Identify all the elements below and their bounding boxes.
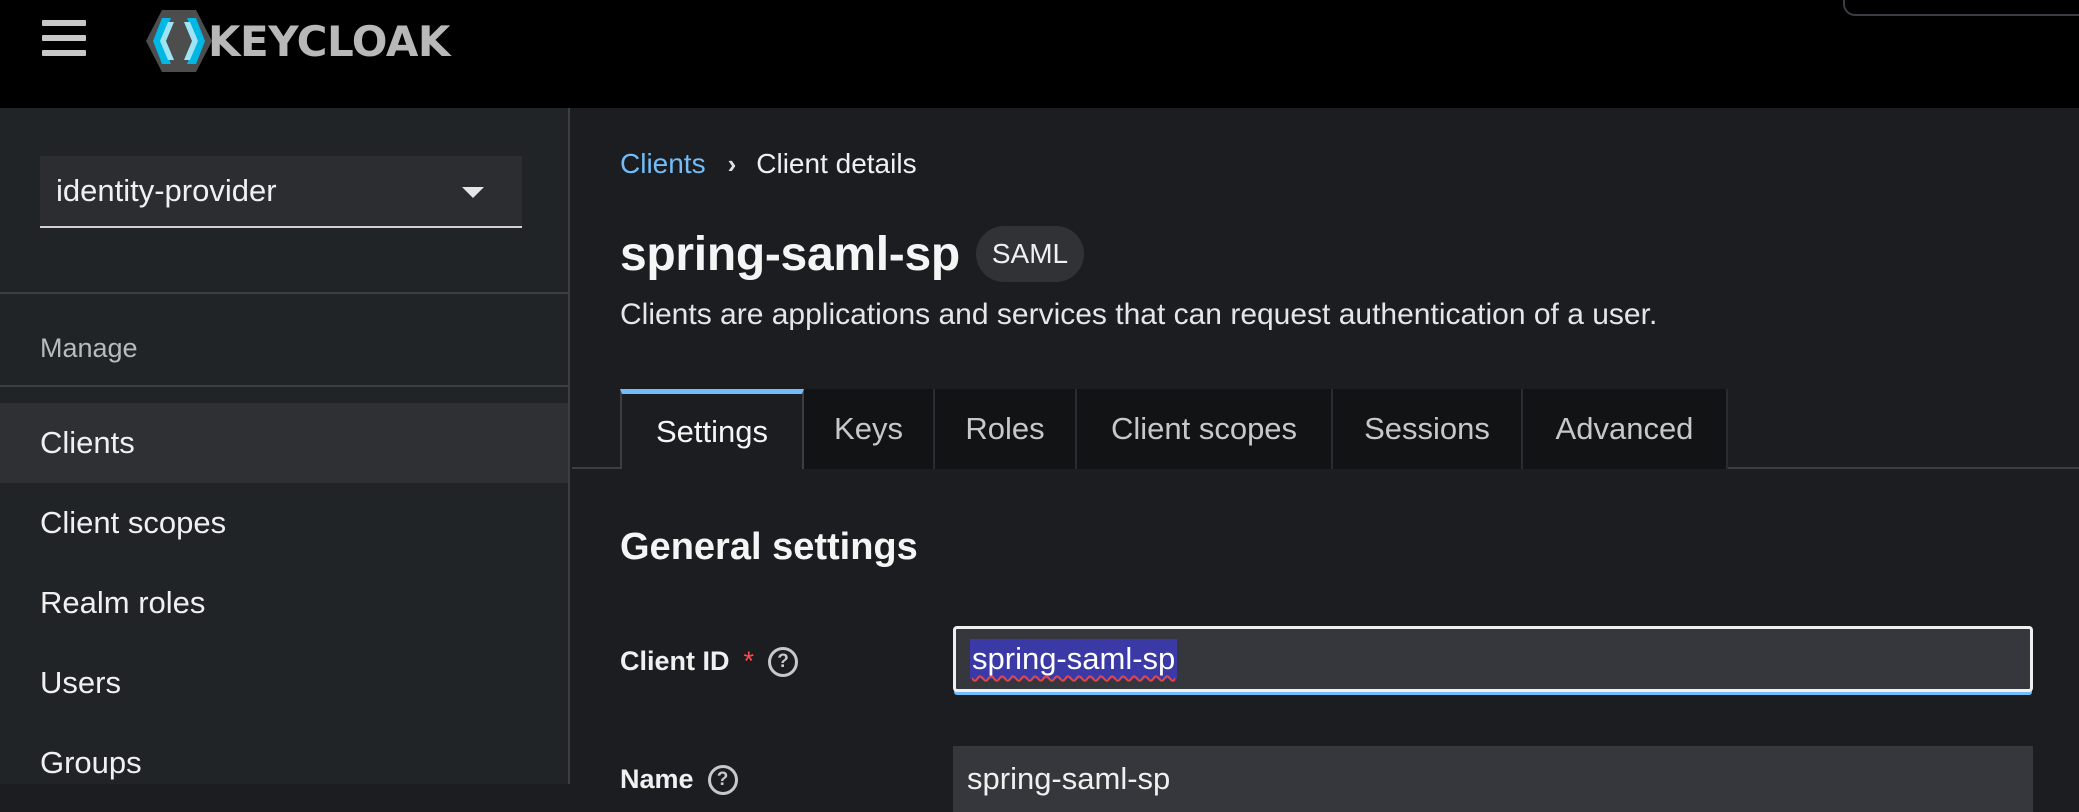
name-value: spring-saml-sp [967, 761, 1171, 796]
sidebar-item-label: Client scopes [40, 505, 227, 540]
realm-selector[interactable]: identity-provider [40, 156, 522, 228]
breadcrumb-link-clients[interactable]: Clients [620, 148, 706, 180]
help-icon[interactable]: ? [707, 764, 738, 795]
tab-roles[interactable]: Roles [935, 389, 1077, 469]
help-icon[interactable]: ? [768, 646, 799, 677]
caret-down-icon [462, 187, 484, 198]
name-label: Name ? [620, 764, 738, 795]
page-title: spring-saml-sp [620, 227, 960, 281]
keycloak-logo[interactable]: KEYCLOAK [144, 8, 450, 74]
masthead-toolbar-edge [1843, 0, 2079, 16]
realm-selector-label: identity-provider [56, 173, 277, 208]
masthead: KEYCLOAK [0, 0, 2079, 108]
keycloak-logo-icon [146, 10, 212, 72]
chevron-right-icon: › [727, 148, 737, 179]
client-id-value: spring-saml-sp [970, 639, 1178, 679]
sidebar-item-users[interactable]: Users [0, 643, 568, 723]
sidebar-item-realm-roles[interactable]: Realm roles [0, 563, 568, 643]
protocol-badge: SAML [975, 226, 1085, 282]
tab-label: Client scopes [1110, 411, 1298, 446]
hamburger-menu-icon[interactable] [38, 14, 90, 62]
required-indicator: * [743, 646, 755, 676]
section-title-general-settings: General settings [620, 526, 918, 568]
breadcrumb-current: Client details [756, 148, 917, 179]
tab-label: Keys [834, 411, 903, 446]
client-id-label: Client ID * ? [620, 646, 799, 677]
main-content: Clients › Client details spring-saml-sp … [572, 108, 2079, 812]
name-label-text: Name [620, 764, 694, 794]
sidebar: identity-provider Manage Clients Client … [0, 108, 570, 784]
tab-label: Settings [655, 413, 768, 449]
tab-keys[interactable]: Keys [804, 389, 935, 469]
nav-section-manage: Manage [40, 333, 138, 363]
logo-text: KEYCLOAK [208, 16, 450, 66]
tab-label: Advanced [1555, 411, 1694, 446]
title-row: spring-saml-sp SAML [620, 226, 1085, 282]
tab-settings[interactable]: Settings [620, 389, 804, 469]
tab-sessions[interactable]: Sessions [1333, 389, 1523, 469]
tab-label: Roles [965, 411, 1045, 446]
tab-client-scopes[interactable]: Client scopes [1077, 389, 1333, 469]
sidebar-item-label: Realm roles [40, 585, 206, 620]
sidebar-divider [0, 292, 568, 294]
tab-label: Sessions [1364, 411, 1490, 446]
sidebar-item-groups[interactable]: Groups [0, 723, 568, 803]
sidebar-divider [0, 385, 568, 387]
sidebar-item-label: Groups [40, 745, 142, 780]
name-input[interactable]: spring-saml-sp [953, 746, 2033, 812]
breadcrumb: Clients › Client details [620, 148, 917, 180]
sidebar-item-label: Users [40, 665, 121, 700]
sidebar-item-label: Clients [40, 425, 135, 460]
page-description: Clients are applications and services th… [620, 298, 1658, 331]
tab-advanced[interactable]: Advanced [1523, 389, 1728, 469]
sidebar-item-clients[interactable]: Clients [0, 403, 568, 483]
client-id-input[interactable]: spring-saml-sp [953, 626, 2033, 692]
sidebar-item-client-scopes[interactable]: Client scopes [0, 483, 568, 563]
client-id-label-text: Client ID [620, 646, 730, 676]
tab-bar: Settings Keys Roles Client scopes Sessio… [620, 389, 1728, 469]
